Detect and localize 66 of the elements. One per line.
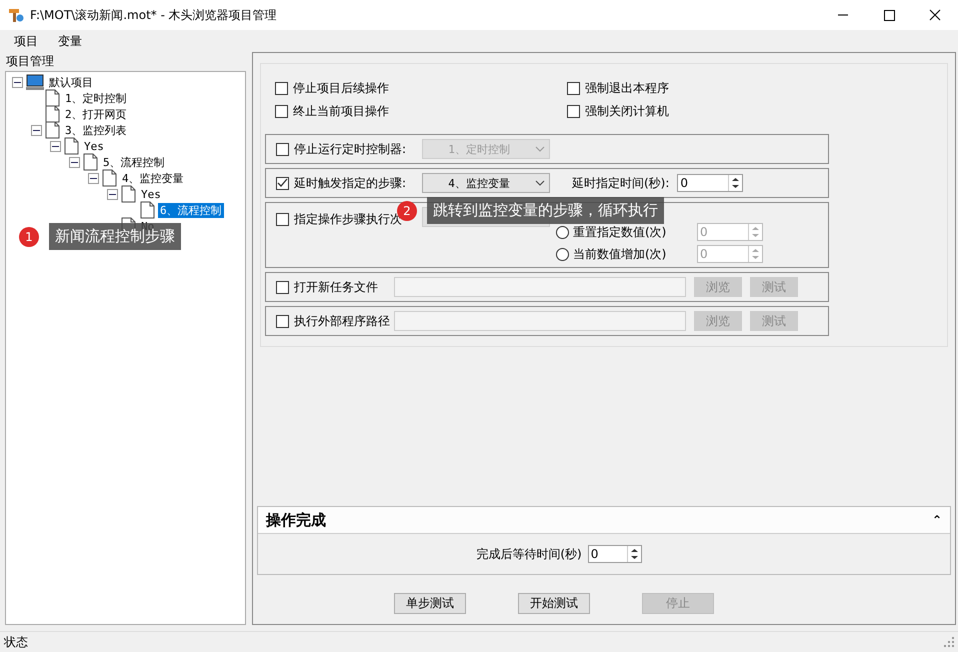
delay-time-spinner[interactable]: 0: [677, 174, 744, 192]
checkbox[interactable]: [276, 314, 289, 328]
window-title: F:\MOT\滚动新闻.mot* - 木头浏览器项目管理: [30, 6, 278, 24]
wait-time-label: 完成后等待时间(秒): [476, 546, 582, 562]
checkbox[interactable]: [567, 82, 580, 95]
checkbox-label: 打开新任务文件: [294, 278, 378, 296]
tree-item[interactable]: 默认项目: [47, 74, 95, 90]
action-button[interactable]: 单步测试: [394, 593, 466, 614]
document-icon: [83, 153, 98, 171]
tree-item[interactable]: 3、监控列表: [63, 122, 129, 138]
radio-button[interactable]: [556, 248, 569, 260]
status-text: 状态: [4, 634, 28, 650]
document-icon: [121, 185, 136, 203]
tree-item[interactable]: Yes: [139, 188, 163, 200]
checkbox[interactable]: [276, 280, 289, 294]
app-icon: [8, 7, 24, 23]
checkbox[interactable]: [276, 176, 289, 190]
checkbox[interactable]: [275, 82, 288, 95]
document-icon: [140, 201, 155, 219]
resize-grip-icon: [944, 637, 954, 647]
step-dropdown[interactable]: 4、监控变量: [422, 173, 550, 193]
tree-item[interactable]: 2、打开网页: [63, 106, 129, 122]
checkbox-label: 停止运行定时控制器:: [294, 140, 406, 158]
checkbox[interactable]: [276, 142, 289, 156]
radio-button[interactable]: [556, 226, 569, 238]
checkbox-label: 终止当前项目操作: [293, 103, 389, 120]
wait-time-spinner[interactable]: 0: [588, 545, 642, 563]
document-icon: [102, 169, 117, 187]
checkbox[interactable]: [276, 213, 289, 226]
document-icon: [64, 137, 79, 155]
collapse-icon[interactable]: [107, 188, 118, 200]
checkbox-label: 强制关闭计算机: [585, 103, 669, 120]
path-field[interactable]: [394, 277, 686, 297]
tree-item[interactable]: 5、流程控制: [101, 154, 167, 170]
radio-label: 当前数值增加(次): [573, 246, 668, 262]
collapse-icon[interactable]: [88, 172, 99, 184]
tree-item[interactable]: Yes: [82, 140, 106, 152]
document-icon: [45, 89, 60, 107]
callout-tooltip: 跳转到监控变量的步骤，循环执行: [427, 197, 664, 224]
collapse-icon[interactable]: [12, 76, 23, 88]
panel-title: 项目管理: [5, 53, 55, 70]
tree-item[interactable]: 1、定时控制: [63, 90, 129, 106]
menu-item[interactable]: 项目: [6, 32, 46, 50]
caret-icon: [535, 180, 545, 186]
computer-icon: [26, 74, 44, 90]
collapse-icon[interactable]: [50, 140, 61, 152]
checkbox-label: 延时触发指定的步骤:: [294, 174, 406, 192]
collapse-icon[interactable]: [69, 156, 80, 168]
menu-item[interactable]: 变量: [50, 32, 90, 50]
path-field[interactable]: [394, 311, 686, 331]
radio-label: 重置指定数值(次): [573, 224, 668, 240]
collapse-button[interactable]: ⌃: [932, 514, 942, 526]
document-icon: [45, 105, 60, 123]
action-button[interactable]: 开始测试: [518, 593, 590, 614]
tree-item[interactable]: 6、流程控制: [158, 202, 224, 218]
checkbox-label: 强制退出本程序: [585, 80, 669, 97]
tree-item[interactable]: 4、监控变量: [120, 170, 186, 186]
caret-icon: [535, 146, 545, 152]
checkbox-label: 执行外部程序路径: [294, 312, 390, 330]
section-title: 操作完成: [266, 510, 326, 530]
document-icon: [45, 121, 60, 139]
checkbox-label: 停止项目后续操作: [293, 80, 389, 97]
checkbox[interactable]: [275, 105, 288, 118]
checkbox[interactable]: [567, 105, 580, 118]
collapse-icon[interactable]: [31, 124, 42, 136]
delay-time-label: 延时指定时间(秒):: [572, 174, 670, 192]
